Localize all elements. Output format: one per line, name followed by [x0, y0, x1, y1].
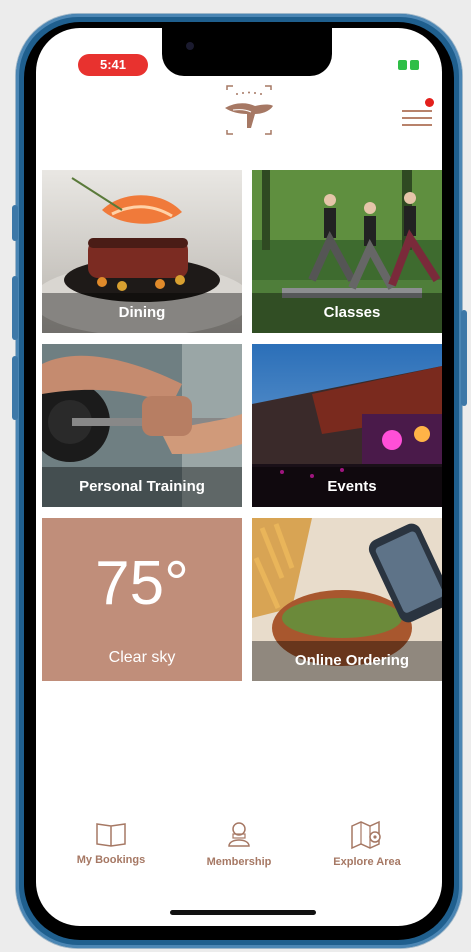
tab-label: My Bookings	[76, 854, 146, 866]
tile-label: Events	[252, 467, 442, 507]
map-pin-icon	[351, 820, 381, 850]
tile-personal-training[interactable]: Personal Training	[42, 344, 242, 507]
tab-label: Membership	[206, 856, 272, 868]
tile-label: Classes	[252, 293, 442, 333]
volume-down-button	[12, 356, 18, 420]
mute-switch	[12, 205, 18, 241]
tab-label: Explore Area	[333, 856, 401, 868]
tile-label: Personal Training	[42, 467, 242, 507]
person-badge-icon	[228, 822, 250, 847]
battery-icon	[398, 60, 420, 70]
weather-condition: Clear sky	[108, 649, 176, 666]
tile-events[interactable]: Events	[252, 344, 442, 507]
notch	[162, 28, 332, 76]
brand-logo	[225, 85, 273, 135]
menu-button[interactable]	[402, 98, 434, 130]
tab-membership[interactable]: Membership	[184, 820, 294, 868]
tile-online-ordering[interactable]: Online Ordering	[252, 518, 442, 681]
bottom-tab-bar: My Bookings Membership Explore Area	[36, 820, 442, 890]
tile-label: Online Ordering	[252, 641, 442, 681]
app-screen: 5:41 Dining Classes Personal Training Ev…	[36, 28, 442, 926]
tile-classes[interactable]: Classes	[252, 170, 442, 333]
volume-up-button	[12, 276, 18, 340]
tile-label: Dining	[42, 293, 242, 333]
home-indicator[interactable]	[170, 910, 316, 915]
camera	[186, 42, 194, 50]
status-time: 5:41	[78, 54, 148, 76]
book-icon	[96, 823, 126, 847]
tab-my-bookings[interactable]: My Bookings	[56, 820, 166, 866]
power-button	[461, 310, 467, 406]
tab-explore-area[interactable]: Explore Area	[312, 820, 422, 868]
tile-dining[interactable]: Dining	[42, 170, 242, 333]
notification-dot	[425, 98, 434, 107]
temperature: 75°	[95, 549, 189, 618]
weather-tile[interactable]: 75° Clear sky	[42, 518, 242, 681]
